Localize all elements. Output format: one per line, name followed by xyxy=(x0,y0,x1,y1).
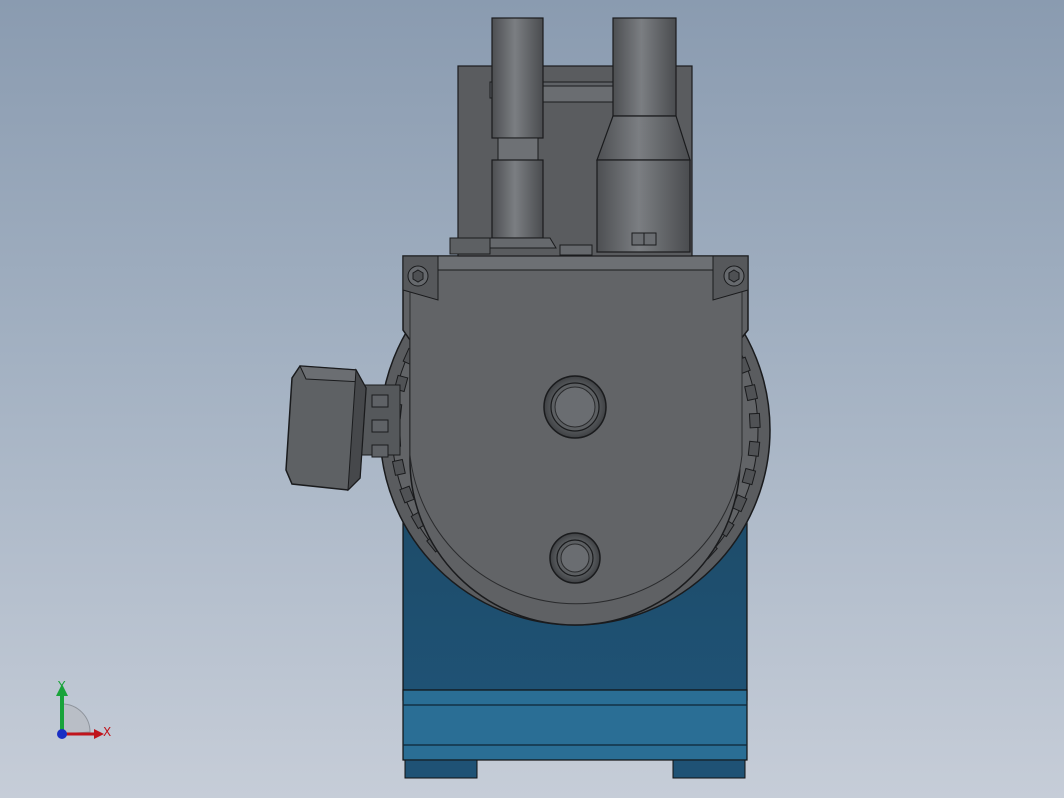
lower-port xyxy=(549,532,601,584)
rim-tooth xyxy=(391,458,406,476)
valve-assembly xyxy=(449,17,693,257)
cad-viewport[interactable]: Y X xyxy=(0,0,1064,798)
pump-model[interactable] xyxy=(0,0,1064,798)
rim-tooth xyxy=(747,440,761,457)
rim-tooth xyxy=(744,384,759,402)
side-switch xyxy=(285,365,401,492)
x-axis-label: X xyxy=(103,725,111,739)
z-axis-dot xyxy=(57,729,67,739)
rim-tooth xyxy=(748,412,761,429)
axis-triad: Y X xyxy=(40,672,130,752)
y-axis-label: Y xyxy=(57,679,66,693)
upper-port xyxy=(543,375,607,439)
